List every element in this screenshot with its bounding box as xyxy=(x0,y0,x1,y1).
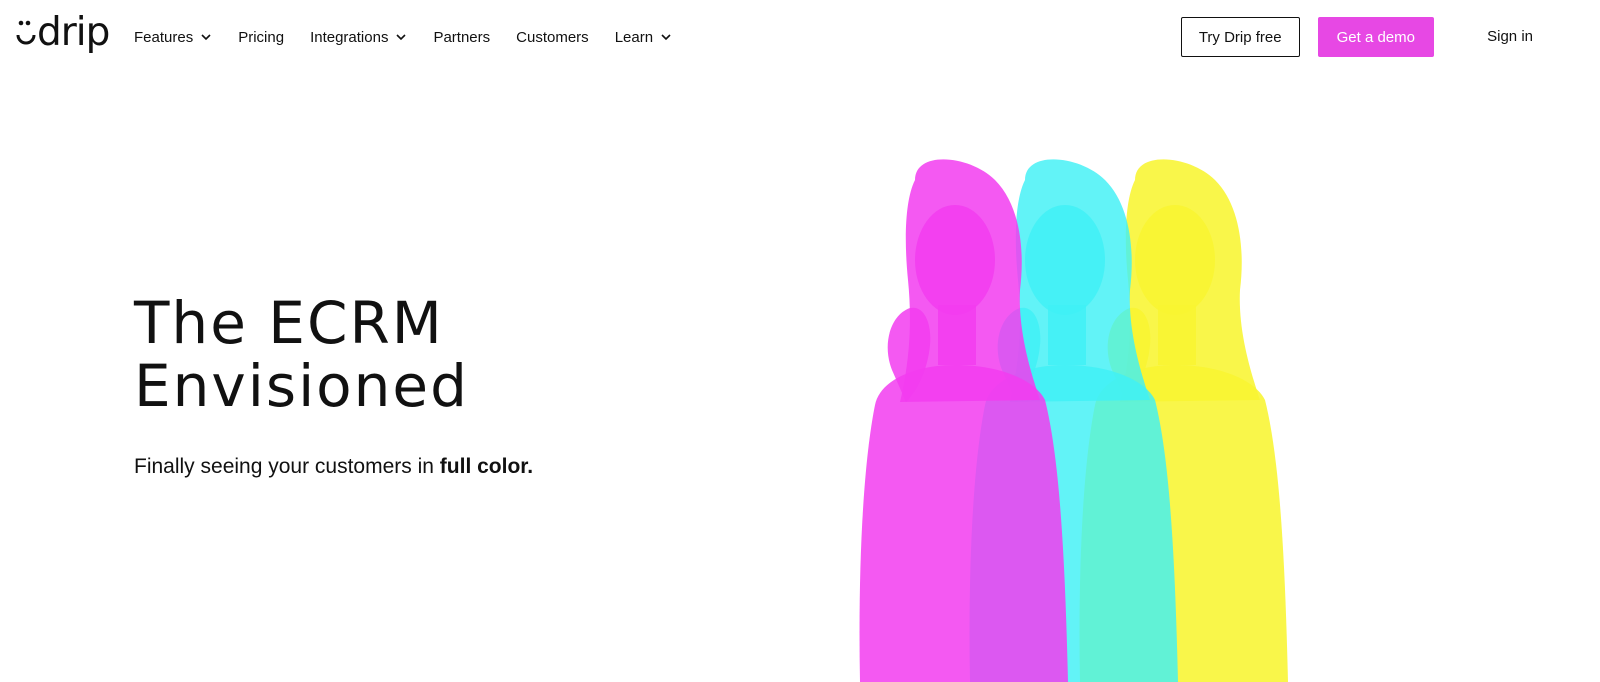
site-header: drip Features Pricing Integrations Partn… xyxy=(0,0,1600,74)
nav-item-partners[interactable]: Partners xyxy=(433,29,490,46)
nav-item-learn[interactable]: Learn xyxy=(615,29,672,46)
nav-item-customers[interactable]: Customers xyxy=(516,29,589,46)
nav-item-label: Learn xyxy=(614,28,654,46)
nav-item-integrations[interactable]: Integrations xyxy=(310,29,407,46)
logo-wordmark: drip xyxy=(37,10,110,55)
hero-title-line-1: The ECRM xyxy=(134,289,444,357)
sign-in-link[interactable]: Sign in xyxy=(1487,28,1533,45)
chevron-down-icon xyxy=(201,34,211,41)
hero-title-line-2: Envisioned xyxy=(134,352,469,420)
chevron-down-icon xyxy=(661,34,671,41)
nav-item-label: Partners xyxy=(433,28,491,46)
nav-item-label: Pricing xyxy=(238,28,285,46)
nav-item-pricing[interactable]: Pricing xyxy=(238,29,284,46)
hero-subtitle: Finally seeing your customers in full co… xyxy=(134,453,533,481)
hero-subtitle-text: Finally seeing your customers in xyxy=(134,455,440,478)
nav-item-features[interactable]: Features xyxy=(134,29,212,46)
main-nav: Features Pricing Integrations Partners C… xyxy=(134,22,672,52)
hero-title: The ECRM Envisioned xyxy=(134,292,469,418)
nav-item-label: Features xyxy=(134,28,194,46)
drip-logo[interactable]: drip xyxy=(16,10,110,56)
try-drip-free-button[interactable]: Try Drip free xyxy=(1180,17,1300,57)
header-actions: Try Drip free Get a demo xyxy=(1180,17,1434,57)
nav-item-label: Integrations xyxy=(310,28,389,46)
woman-silhouette-triptych-icon xyxy=(859,159,1288,682)
hero-subtitle-emphasis: full color. xyxy=(439,455,534,478)
get-a-demo-button[interactable]: Get a demo xyxy=(1317,17,1434,57)
smiley-drop-icon xyxy=(16,20,36,45)
nav-item-label: Customers xyxy=(516,28,589,46)
chevron-down-icon xyxy=(396,34,407,41)
